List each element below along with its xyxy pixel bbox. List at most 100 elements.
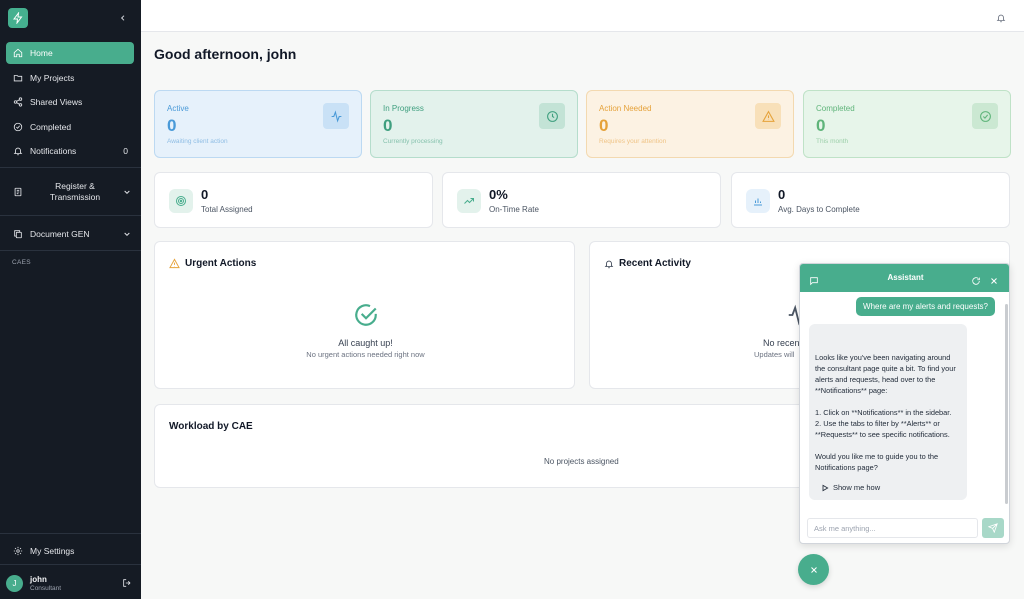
metric-card-total-assigned: 0 Total Assigned (154, 172, 433, 228)
chat-header: Assistant (800, 264, 1009, 292)
chat-toggle-button[interactable] (798, 554, 829, 585)
clock-icon (539, 103, 565, 129)
metric-card-on-time-rate: 0% On-Time Rate (442, 172, 721, 228)
stat-card-action-needed[interactable]: Action Needed 0 Requires your attention (586, 90, 794, 158)
check-circle-icon (6, 122, 30, 132)
avatar: J (6, 574, 23, 592)
trending-up-icon (457, 189, 481, 213)
urgent-actions-title: Urgent Actions (185, 258, 257, 269)
metric-label: On-Time Rate (489, 205, 539, 214)
nav-divider (0, 167, 141, 168)
sidebar-item-label: My Projects (30, 73, 75, 83)
sidebar-group-label: Register & Transmission (49, 181, 101, 202)
user-info: john Consultant (30, 575, 120, 592)
panel-title: Urgent Actions (169, 258, 256, 269)
app-logo[interactable] (8, 8, 28, 28)
empty-state-subtitle: No urgent actions needed right now (306, 350, 425, 359)
stat-value: 0 (383, 116, 393, 135)
sidebar: Home My Projects Shared Views Completed … (0, 0, 141, 599)
empty-state-subtitle: Updates will (754, 350, 795, 359)
show-me-how-button[interactable]: Show me how (821, 482, 880, 493)
bolt-icon (13, 12, 23, 24)
user-role: Consultant (30, 584, 62, 592)
sidebar-item-shared-views[interactable]: Shared Views (6, 91, 134, 113)
topbar (141, 0, 1024, 32)
chevron-left-icon (120, 15, 125, 21)
sidebar-item-completed[interactable]: Completed (6, 116, 134, 138)
logout-icon[interactable] (120, 578, 134, 588)
sidebar-item-label: My Settings (30, 546, 75, 556)
check-circle-icon (972, 103, 998, 129)
sidebar-item-my-settings[interactable]: My Settings (6, 540, 134, 562)
share-icon (6, 97, 30, 107)
target-icon (169, 189, 193, 213)
nav-divider (0, 533, 141, 534)
metric-card-avg-days: 0 Avg. Days to Complete (731, 172, 1010, 228)
nav-divider (0, 250, 141, 251)
folder-icon (6, 73, 30, 83)
copy-icon (6, 229, 30, 239)
nav-divider (0, 564, 141, 565)
warning-icon (169, 258, 180, 269)
stat-subtext: Currently processing (383, 138, 443, 145)
empty-state-title: No recen (763, 338, 800, 348)
workload-title: Workload by CAE (169, 421, 253, 432)
sidebar-group-label: Document GEN (30, 228, 90, 239)
document-icon (6, 187, 30, 197)
urgent-actions-panel: Urgent Actions All caught up! No urgent … (154, 241, 575, 389)
send-button[interactable] (982, 518, 1004, 538)
notification-count: 0 (123, 146, 128, 156)
chat-scrollbar[interactable] (1005, 304, 1008, 504)
assistant-message: Looks like you've been navigating around… (809, 324, 967, 500)
bell-icon (604, 260, 614, 268)
stat-subtext: Requires your attention (599, 138, 667, 145)
sidebar-item-label: Completed (30, 122, 72, 132)
refresh-icon[interactable] (971, 273, 981, 291)
stat-value: 0 (167, 116, 177, 135)
bar-chart-icon (746, 189, 770, 213)
show-me-how-label: Show me how (833, 483, 881, 492)
bell-icon (6, 146, 30, 156)
stat-card-completed[interactable]: Completed 0 This month (803, 90, 1011, 158)
close-icon (810, 566, 817, 573)
sidebar-item-label: Home (30, 48, 53, 58)
sidebar-item-label: Notifications (30, 146, 77, 156)
close-icon[interactable] (989, 273, 999, 291)
sidebar-item-my-projects[interactable]: My Projects (6, 67, 134, 89)
user-message: Where are my alerts and requests? (856, 297, 995, 316)
sidebar-item-home[interactable]: Home (6, 42, 134, 64)
panel-title: Recent Activity (604, 258, 691, 269)
play-icon (822, 484, 829, 491)
empty-state-title: All caught up! (338, 338, 393, 348)
metric-label: Total Assigned (201, 205, 253, 214)
stat-label: Active (167, 104, 189, 113)
stat-value: 0 (816, 116, 826, 135)
stat-subtext: Awaiting client action (167, 138, 228, 145)
chevron-down-icon (120, 188, 134, 196)
stat-label: Action Needed (599, 104, 652, 113)
metric-value: 0% (489, 187, 508, 202)
stat-card-active[interactable]: Active 0 Awaiting client action (154, 90, 362, 158)
collapse-sidebar-button[interactable] (116, 10, 130, 26)
page-title: Good afternoon, john (154, 46, 297, 62)
sidebar-group-register-transmission[interactable]: Register & Transmission (6, 181, 134, 203)
gear-icon (6, 546, 30, 556)
home-icon (6, 48, 30, 58)
sidebar-group-document-gen[interactable]: Document GEN (6, 227, 134, 241)
stat-label: Completed (816, 104, 855, 113)
stat-subtext: This month (816, 138, 849, 145)
section-label-caes: CAES (12, 259, 31, 266)
sidebar-item-notifications[interactable]: Notifications 0 (6, 140, 134, 162)
stat-value: 0 (599, 116, 609, 135)
nav-divider (0, 215, 141, 216)
sidebar-item-label: Shared Views (30, 97, 83, 107)
chat-input[interactable] (807, 518, 978, 538)
warning-icon (755, 103, 781, 129)
send-icon (988, 523, 998, 533)
user-profile[interactable]: J john Consultant (6, 572, 134, 594)
user-name: john (30, 574, 47, 584)
stat-card-in-progress[interactable]: In Progress 0 Currently processing (370, 90, 578, 158)
assistant-message-text: Looks like you've been navigating around… (815, 353, 956, 472)
activity-icon (323, 103, 349, 129)
bell-icon[interactable] (996, 10, 1006, 28)
